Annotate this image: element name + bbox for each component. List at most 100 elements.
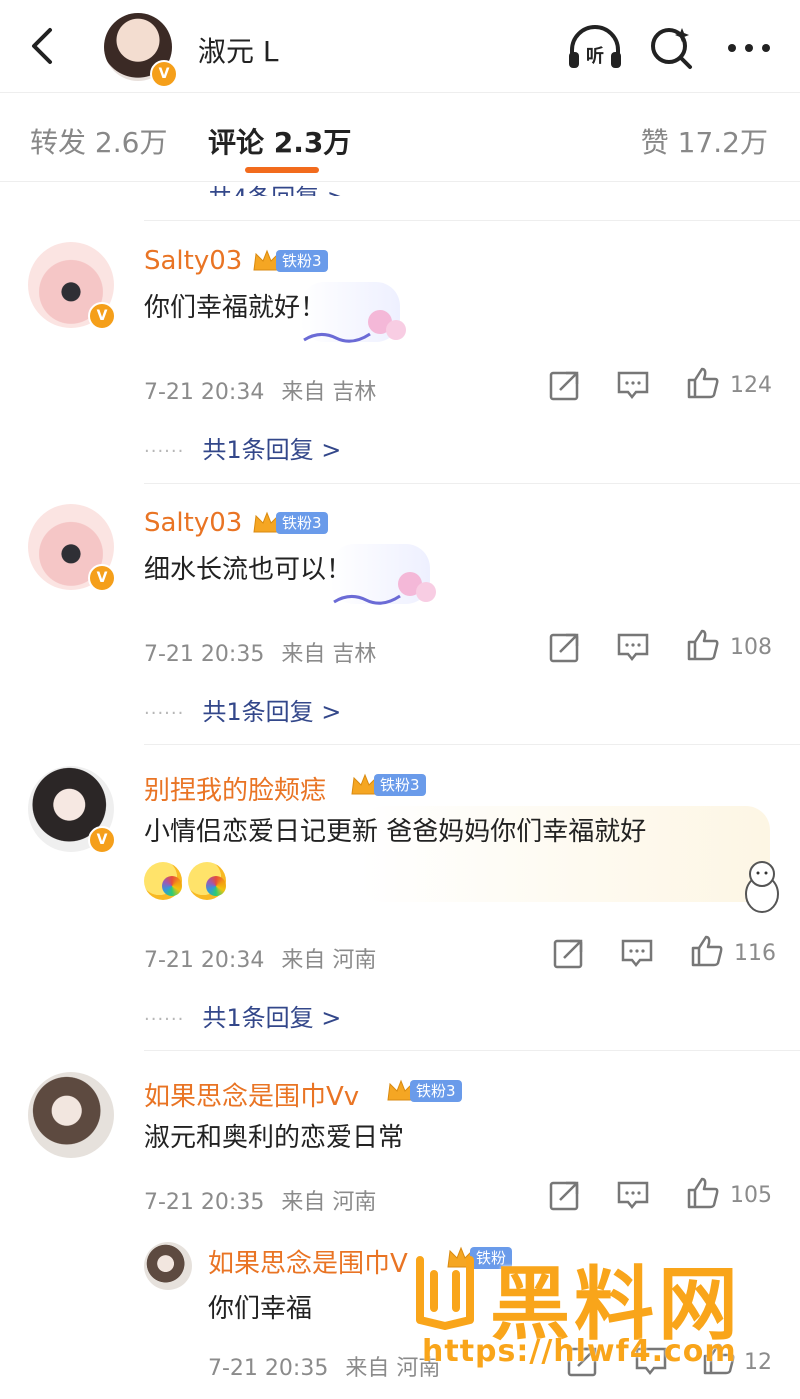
comment-location: 来自 河南: [281, 948, 377, 973]
repost-icon[interactable]: [552, 936, 586, 970]
back-icon[interactable]: [24, 24, 68, 68]
like-count: 116: [734, 941, 776, 966]
avatar[interactable]: [144, 1242, 192, 1290]
comment-time: 7-21 20:34: [144, 380, 265, 405]
repost-icon[interactable]: [548, 630, 582, 664]
like-count: 105: [730, 1183, 772, 1208]
reply-username[interactable]: 如果思念是围巾V: [208, 1243, 408, 1280]
comment-icon[interactable]: [616, 630, 650, 664]
comment-meta: 7-21 20:34 来自 吉林: [144, 374, 376, 406]
repost-icon[interactable]: [548, 368, 582, 402]
avatar[interactable]: [28, 1072, 114, 1158]
tab-bar: 转发 2.6万 评论 2.3万 赞 17.2万: [0, 93, 800, 182]
rainbow-emoji-icon: [188, 861, 226, 900]
tab-label: 赞: [640, 126, 669, 159]
like-count: 12: [744, 1350, 772, 1375]
verified-badge-icon: V: [150, 60, 178, 88]
comment-text: 细水长流也可以！: [144, 555, 353, 585]
tab-count: 17.2万: [677, 126, 768, 159]
comment-text: 小情侣恋爱日记更新 爸爸妈妈你们幸福就好: [144, 808, 744, 904]
comment-location: 来自 吉林: [281, 380, 377, 405]
divider: [144, 1050, 800, 1051]
reply-dots: ······: [144, 440, 185, 462]
tab-reposts[interactable]: 转发 2.6万: [30, 121, 167, 161]
comment-time: 7-21 20:35: [144, 1190, 265, 1215]
comment-text: 淑元和奥利的恋爱日常: [144, 1123, 405, 1153]
reply-time: 7-21 20:35: [208, 1356, 329, 1381]
comment-username[interactable]: 别捏我的脸颊痣: [144, 770, 326, 807]
like-count: 108: [730, 635, 772, 660]
reply-meta: 7-21 20:35 来自 河南: [208, 1350, 440, 1382]
verified-badge-icon: V: [88, 826, 116, 854]
fan-badge-label: 铁粉3: [410, 1080, 462, 1102]
comment-meta: 7-21 20:34 来自 河南: [144, 942, 376, 974]
fan-badge-label: 铁粉: [470, 1247, 513, 1269]
replies-label: 共1条回复 >: [202, 1004, 342, 1032]
like-icon[interactable]: [702, 1342, 736, 1376]
cat-sticker-icon: [745, 861, 779, 913]
tab-comments[interactable]: 评论 2.3万: [208, 121, 351, 161]
tab-count: 2.3万: [273, 126, 352, 159]
comment-text-content: 小情侣恋爱日记更新 爸爸妈妈你们幸福就好: [144, 817, 647, 847]
comment-meta: 7-21 20:35 来自 河南: [144, 1184, 376, 1216]
repost-icon[interactable]: [548, 1178, 582, 1212]
replies-link[interactable]: ······ 共1条回复 >: [144, 430, 341, 465]
watermark-title: 黑料网: [490, 1258, 742, 1351]
more-icon[interactable]: [724, 30, 774, 66]
comment-username[interactable]: Salty03: [144, 246, 242, 276]
tab-likes[interactable]: 赞 17.2万: [641, 121, 768, 161]
comment-icon[interactable]: [616, 368, 650, 402]
like-icon[interactable]: [686, 628, 720, 662]
listen-label: 听: [586, 45, 604, 67]
replies-label: 共1条回复 >: [202, 436, 342, 464]
comment-icon[interactable]: [616, 1178, 650, 1212]
comment-location: 来自 河南: [281, 1190, 377, 1215]
reply-dots: ······: [144, 702, 185, 724]
tab-count: 2.6万: [94, 126, 168, 159]
comment-time: 7-21 20:34: [144, 948, 265, 973]
partial-reply-link[interactable]: 共4条回复 >: [208, 178, 347, 196]
comment-icon[interactable]: [634, 1344, 668, 1378]
tab-label: 转发: [30, 126, 87, 159]
divider: [144, 744, 800, 745]
fan-badge[interactable]: 铁粉3: [386, 1078, 462, 1104]
reply-location: 来自 河南: [345, 1356, 441, 1381]
comment-meta: 7-21 20:35 来自 吉林: [144, 636, 376, 668]
verified-badge-icon: V: [88, 302, 116, 330]
listen-icon[interactable]: 听: [566, 24, 624, 72]
replies-link[interactable]: ······ 共1条回复 >: [144, 692, 341, 727]
sticker-icon: [333, 572, 436, 605]
comment-username[interactable]: Salty03: [144, 508, 242, 538]
fan-badge[interactable]: 铁粉: [446, 1245, 513, 1271]
comment-location: 来自 吉林: [281, 642, 377, 667]
like-icon[interactable]: [686, 366, 720, 400]
repost-icon[interactable]: [566, 1344, 600, 1378]
active-tab-indicator: [245, 167, 319, 173]
replies-label: 共1条回复 >: [202, 698, 342, 726]
like-icon[interactable]: [690, 934, 724, 968]
comment-username[interactable]: 如果思念是围巾Vv: [144, 1076, 359, 1113]
fan-badge[interactable]: 铁粉3: [252, 248, 328, 274]
reply-dots: ······: [144, 1008, 185, 1030]
top-bar: V 淑元 L 听: [0, 0, 800, 93]
comment-icon[interactable]: [620, 936, 654, 970]
fan-badge[interactable]: 铁粉3: [350, 772, 426, 798]
like-count: 124: [730, 373, 772, 398]
reply-text: 你们幸福: [208, 1294, 313, 1324]
divider: [144, 483, 800, 484]
comment-text: 你们幸福就好！: [144, 293, 327, 323]
author-name[interactable]: 淑元 L: [198, 30, 279, 70]
comment-time: 7-21 20:35: [144, 642, 265, 667]
sticker-icon: [303, 310, 406, 343]
fan-badge-label: 铁粉3: [374, 774, 426, 796]
fan-badge-label: 铁粉3: [276, 250, 328, 272]
verified-badge-icon: V: [88, 564, 116, 592]
fan-badge-label: 铁粉3: [276, 512, 328, 534]
like-icon[interactable]: [686, 1176, 720, 1210]
fan-badge[interactable]: 铁粉3: [252, 510, 328, 536]
tab-label: 评论: [208, 126, 265, 159]
search-icon[interactable]: [648, 24, 696, 72]
replies-link[interactable]: ······ 共1条回复 >: [144, 998, 341, 1033]
divider: [144, 220, 800, 221]
rainbow-emoji-icon: [144, 861, 182, 900]
